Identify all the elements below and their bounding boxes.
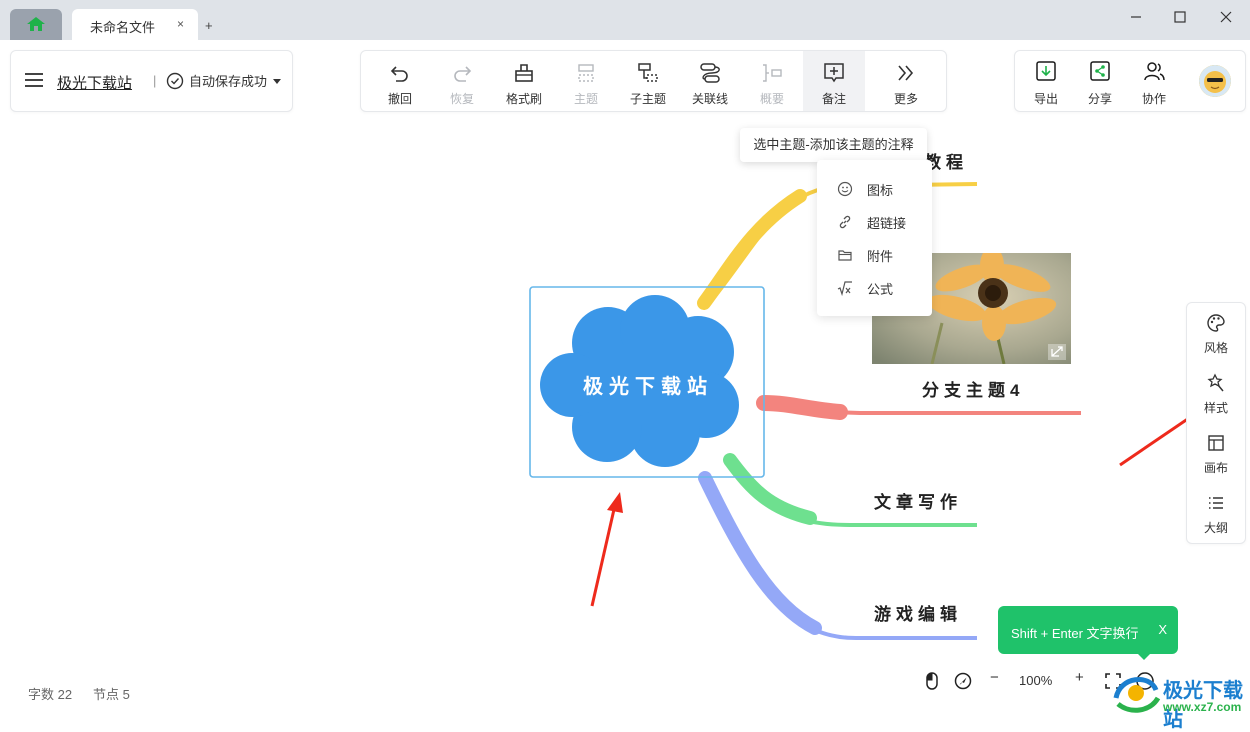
toast-text: Shift + Enter 文字换行 <box>1011 626 1139 641</box>
shortcut-toast: Shift + Enter 文字换行 X <box>998 606 1178 654</box>
zoom-out-button[interactable]: − <box>990 669 999 686</box>
branch-label-image[interactable]: 分支主题4 <box>922 376 1024 401</box>
dropdown-label-attachment: 附件 <box>867 249 894 264</box>
annotation-arrow-left <box>590 492 623 607</box>
dropdown-label-hyperlink: 超链接 <box>867 216 907 231</box>
canvas-layout-icon <box>1208 435 1224 451</box>
dropdown-item-attachment[interactable]: 附件 <box>817 238 932 271</box>
dropdown-item-hyperlink[interactable]: 超链接 <box>817 205 932 238</box>
side-outline-label: 大纲 <box>1203 521 1228 535</box>
smiley-icon <box>837 181 853 197</box>
palette-icon <box>1207 314 1225 332</box>
locate-icon[interactable] <box>953 671 973 691</box>
side-format-label: 样式 <box>1203 401 1228 415</box>
dropdown-label-icon: 图标 <box>867 183 894 198</box>
dropdown-item-icon[interactable]: 图标 <box>817 172 932 205</box>
insert-dropdown: 图标 超链接 附件 公式 <box>817 160 932 316</box>
note-tooltip: 选中主题-添加该主题的注释 <box>740 128 927 162</box>
side-style-label: 风格 <box>1203 341 1228 355</box>
side-outline-button[interactable]: 大纲 <box>1187 485 1245 545</box>
format-side-panel: 风格 样式 画布 大纲 <box>1186 302 1246 544</box>
folder-icon <box>838 250 852 261</box>
branch-stroke-green <box>723 453 817 525</box>
watermark-logo-icon <box>1113 677 1161 713</box>
side-canvas-button[interactable]: 画布 <box>1187 425 1245 485</box>
outline-list-icon <box>1209 497 1223 509</box>
toast-pointer <box>1136 652 1152 660</box>
dropdown-label-formula: 公式 <box>867 282 894 297</box>
watermark-url: www.xz7.com <box>1163 700 1242 714</box>
zoom-in-button[interactable]: + <box>1075 669 1084 686</box>
branch-label-writing[interactable]: 文章写作 <box>874 488 962 513</box>
branch-stroke-red <box>756 395 848 420</box>
link-icon <box>839 215 851 229</box>
formula-icon <box>837 281 852 296</box>
node-count: 节点 5 <box>93 687 130 702</box>
dropdown-item-formula[interactable]: 公式 <box>817 271 932 304</box>
word-count: 字数 22 <box>28 687 73 702</box>
branch-label-game[interactable]: 游戏编辑 <box>874 600 962 625</box>
mouse-mode-icon[interactable] <box>922 671 942 691</box>
side-canvas-label: 画布 <box>1203 461 1228 475</box>
side-style-button[interactable]: 风格 <box>1187 305 1245 365</box>
side-format-button[interactable]: 样式 <box>1187 365 1245 425</box>
toast-close-button[interactable]: X <box>1158 622 1167 637</box>
central-topic-label[interactable]: 极光下载站 <box>570 370 726 399</box>
zoom-level: 100% <box>1019 673 1053 688</box>
magic-wand-icon <box>1207 373 1224 392</box>
